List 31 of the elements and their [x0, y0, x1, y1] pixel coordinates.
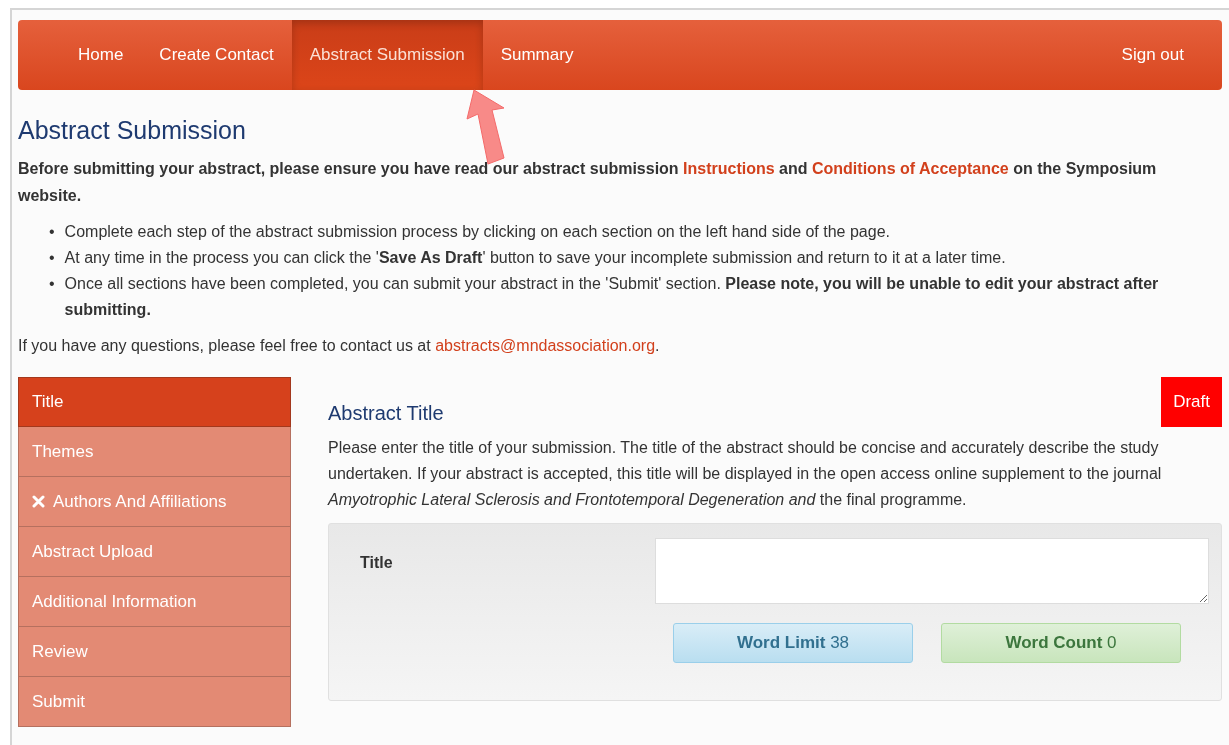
- sidebar-item[interactable]: Review: [18, 627, 291, 677]
- bullet-marker: •: [49, 274, 55, 294]
- nav-tab[interactable]: Home: [60, 20, 142, 90]
- text-link[interactable]: Instructions: [683, 160, 775, 177]
- contact-text: If you have any questions, please feel free to contact us at abstracts@mndassociation.org.: [18, 336, 661, 356]
- word-count-badge: Word Count 0: [941, 623, 1181, 663]
- section-description: Please enter the title of your submission. The title of the abstract should be concise and accurately describe the study undertaken. If your abstract is accepted, this title will be displayed in the open access online supplement to the journal Amyotrophic Lateral Sclerosis and Frontotemporal Degeneration and the final programme.: [328, 438, 1162, 510]
- word-limit-badge: Word Limit 38: [673, 623, 913, 663]
- sidebar-item[interactable]: Additional Information: [18, 577, 291, 627]
- sidebar-item[interactable]: Abstract Upload: [18, 527, 291, 577]
- instruction-item: Once all sections have been completed, you can submit your abstract in the 'Submit' section. Please note, you will be unable to edit your abstract after submitting.: [64, 274, 1160, 320]
- instruction-item: At any time in the process you can click the 'Save As Draft' button to save your incomplete submission and return to it at a later time.: [64, 248, 1006, 268]
- sidebar-item[interactable]: Authors And Affiliations: [18, 477, 291, 527]
- nav-tab[interactable]: Summary: [482, 20, 592, 90]
- title-field[interactable]: [655, 538, 1209, 604]
- instruction-item: Complete each step of the abstract submission process by clicking on each section on the left hand side of the page.: [64, 222, 890, 242]
- nav-tab[interactable]: Abstract Submission: [291, 20, 483, 90]
- text-link[interactable]: Conditions of Acceptance: [812, 160, 1009, 177]
- nav-tab[interactable]: Create Contact: [141, 20, 292, 90]
- bullet-marker: •: [49, 222, 55, 242]
- intro-text: Before submitting your abstract, please ensure you have read our abstract submission Instructions and Conditions of Acceptance on the Symposium website.: [18, 159, 1158, 206]
- bullet-marker: •: [49, 248, 55, 268]
- sign-out-link[interactable]: Sign out: [1103, 20, 1202, 90]
- section-title: Abstract Title: [328, 402, 444, 425]
- field-label: Title: [359, 553, 393, 572]
- sidebar-item[interactable]: Submit: [18, 677, 291, 727]
- sidebar-item[interactable]: Title: [18, 377, 291, 427]
- email-link[interactable]: abstracts@mndassociation.org: [435, 337, 656, 354]
- page-heading: Abstract Submission: [18, 116, 247, 145]
- sidebar-item[interactable]: Themes: [18, 427, 291, 477]
- status-badge: Draft: [1161, 377, 1222, 427]
